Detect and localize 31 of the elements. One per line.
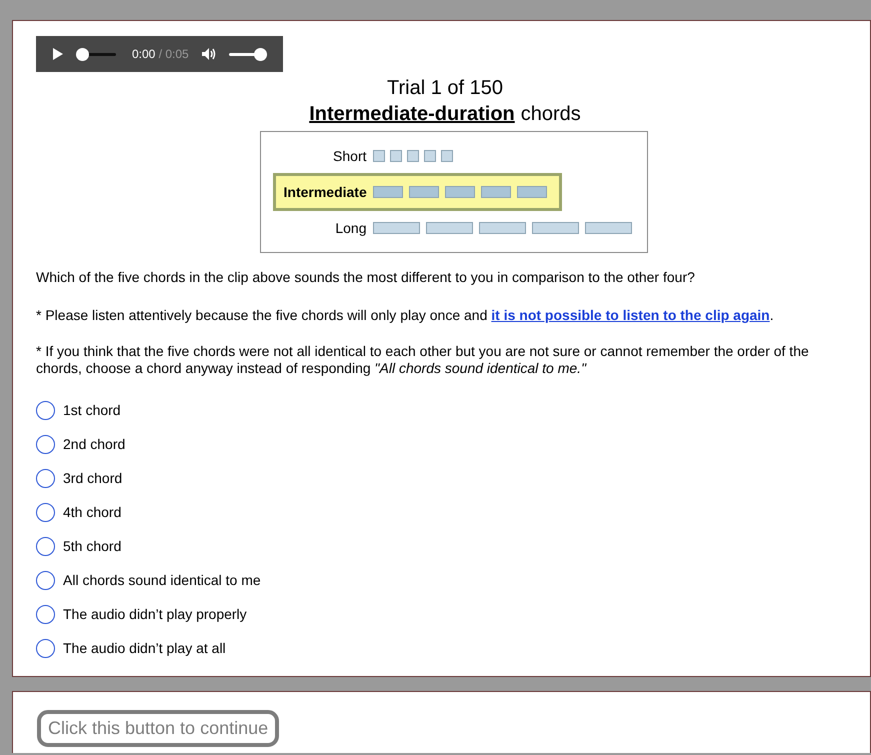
radio-button[interactable] xyxy=(36,401,55,420)
radio-button[interactable] xyxy=(36,605,55,624)
answer-option[interactable]: 2nd chord xyxy=(36,434,854,455)
radio-button[interactable] xyxy=(36,503,55,522)
radio-button[interactable] xyxy=(36,571,55,590)
heading-suffix: chords xyxy=(520,102,581,127)
radio-button[interactable] xyxy=(36,537,55,556)
play-icon[interactable] xyxy=(52,47,64,61)
clip-link[interactable]: it is not possible to listen to the clip again xyxy=(491,307,770,323)
answer-option[interactable]: All chords sound identical to me xyxy=(36,570,854,591)
duration-label: Intermediate xyxy=(284,182,367,202)
trial-title: Trial 1 of 150 xyxy=(387,76,503,101)
speaker-icon[interactable] xyxy=(200,47,217,61)
duration-time: / 0:05 xyxy=(158,47,189,61)
instruction-note: * If you think that the five chords were not all identical to each other but you are not sure or cannot remember the order of the chords, choose a chord anyway instead of responding "All chords sound identical to me." xyxy=(36,343,810,377)
answer-option[interactable]: 5th chord xyxy=(36,536,854,557)
question-text: Which of the five chords in the clip above sounds the most different to you in comparison to the other four? xyxy=(36,268,696,287)
answer-option[interactable]: 4th chord xyxy=(36,502,854,523)
duration-label: Short xyxy=(332,146,366,166)
volume-slider[interactable] xyxy=(228,48,267,60)
answer-option[interactable]: 3rd chord xyxy=(36,468,854,489)
current-time: 0:00 xyxy=(132,47,156,61)
radio-button[interactable] xyxy=(36,435,55,454)
answer-option[interactable]: The audio didn’t play properly xyxy=(36,604,854,625)
duration-label: Long xyxy=(334,218,366,238)
radio-button[interactable] xyxy=(36,639,55,658)
answer-option[interactable]: The audio didn’t play at all xyxy=(36,638,854,659)
duration-heading: Intermediate-duration xyxy=(309,102,515,127)
listen-note: * Please listen attentively because the five chords will only play once and it is not possible to listen to the clip again. xyxy=(36,306,775,325)
radio-button[interactable] xyxy=(36,469,55,488)
answer-option[interactable]: 1st chord xyxy=(36,400,854,421)
